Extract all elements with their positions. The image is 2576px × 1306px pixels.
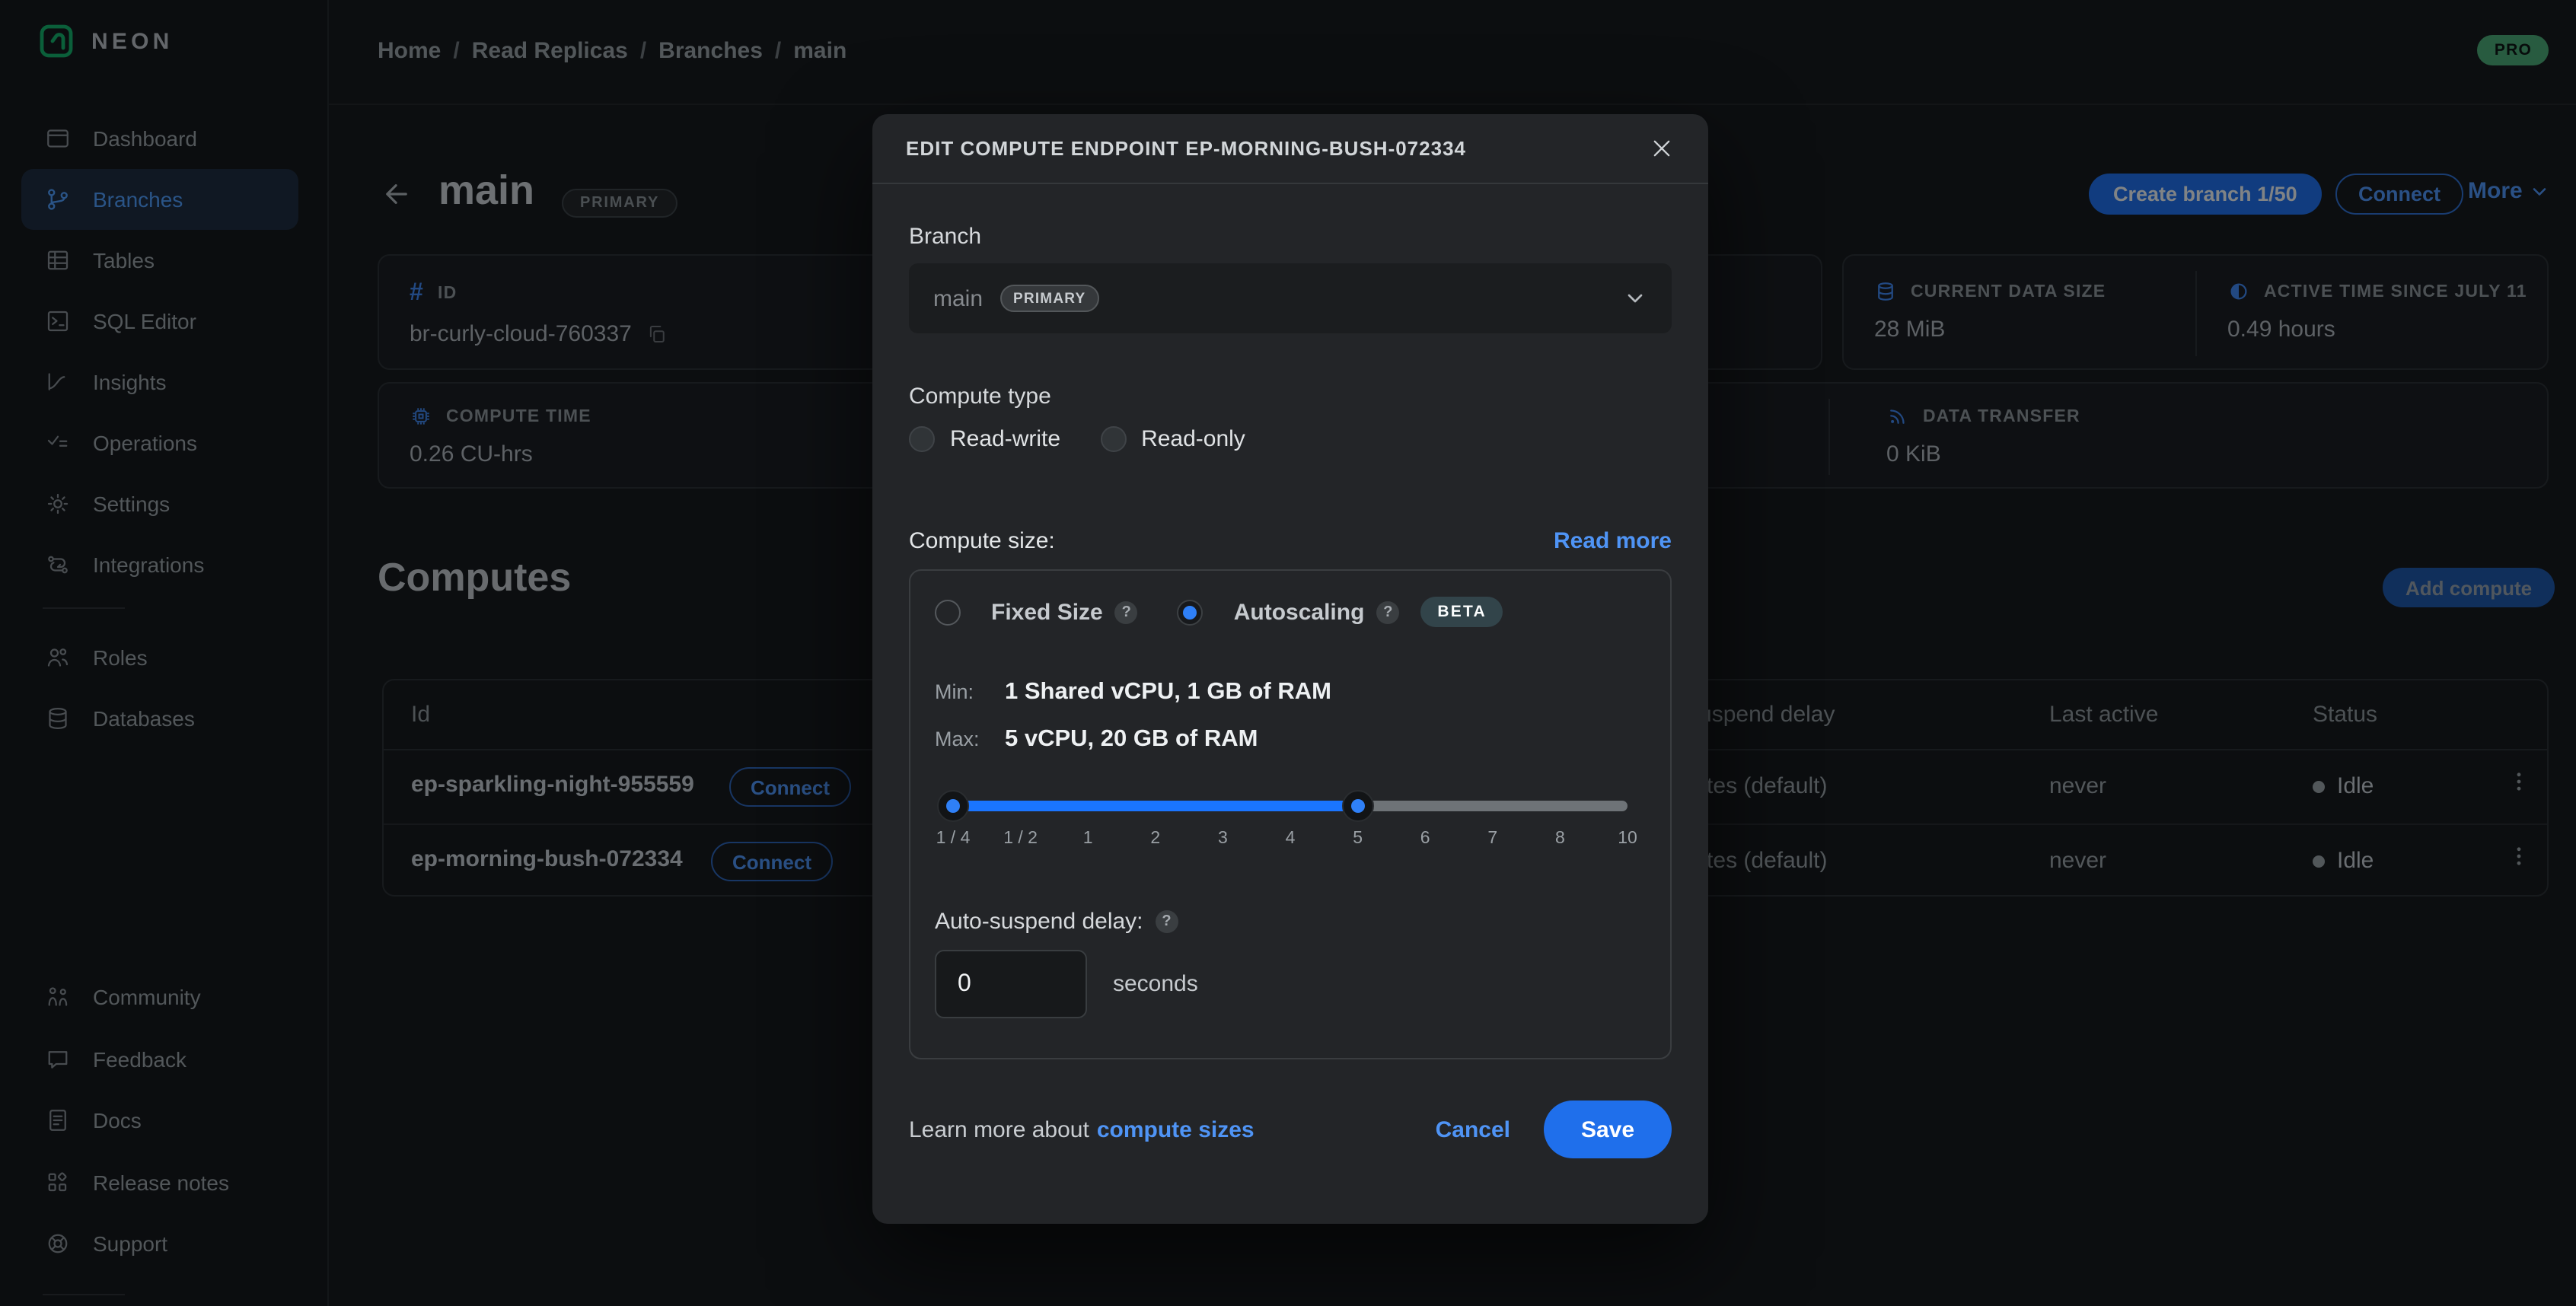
radio-label: Autoscaling <box>1234 599 1365 625</box>
max-row: Max: 5 vCPU, 20 GB of RAM <box>935 726 1646 753</box>
tick-label: 6 <box>1420 830 1430 848</box>
read-more-link[interactable]: Read more <box>1554 528 1672 554</box>
compute-size-row: Compute size: Read more <box>909 528 1672 554</box>
tick-label: 7 <box>1487 830 1497 848</box>
max-label: Max: <box>935 728 1005 750</box>
min-value: 1 Shared vCPU, 1 GB of RAM <box>1005 679 1331 706</box>
slider-max-handle[interactable] <box>1342 790 1374 822</box>
auto-suspend-label: Auto-suspend delay: <box>935 909 1143 935</box>
help-icon[interactable]: ? <box>1115 600 1138 623</box>
primary-badge: PRIMARY <box>999 285 1099 312</box>
auto-suspend-unit: seconds <box>1113 971 1198 997</box>
size-mode-options: Fixed Size ? Autoscaling ? BETA <box>935 597 1646 627</box>
auto-suspend-input[interactable] <box>935 950 1087 1018</box>
radio-icon <box>935 599 961 625</box>
radio-label: Read-only <box>1141 426 1245 452</box>
tick-label: 1 / 2 <box>1003 830 1038 848</box>
radio-read-write[interactable]: Read-write <box>909 426 1060 452</box>
learn-more-text: Learn more about compute sizes <box>909 1116 1255 1142</box>
slider-fill <box>953 801 1358 811</box>
close-icon[interactable] <box>1649 135 1675 161</box>
compute-size-box: Fixed Size ? Autoscaling ? BETA Min: 1 S… <box>909 569 1672 1059</box>
save-button[interactable]: Save <box>1544 1101 1672 1158</box>
radio-icon <box>909 426 935 452</box>
tick-label: 1 <box>1083 830 1093 848</box>
radio-fixed-size[interactable]: Fixed Size <box>935 599 1103 625</box>
radio-label: Read-write <box>950 426 1060 452</box>
cancel-button[interactable]: Cancel <box>1436 1116 1510 1142</box>
modal-body: Branch main PRIMARY Compute type Read-wr… <box>872 224 1708 1158</box>
radio-read-only[interactable]: Read-only <box>1100 426 1245 452</box>
max-value: 5 vCPU, 20 GB of RAM <box>1005 726 1258 753</box>
tick-label: 8 <box>1555 830 1565 848</box>
app-window: NEON Dashboard Branches Tables SQL Edito… <box>0 0 2576 1306</box>
compute-type-options: Read-write Read-only <box>909 426 1672 452</box>
branch-select-value: main <box>933 285 983 311</box>
modal-footer: Learn more about compute sizes Cancel Sav… <box>909 1101 1672 1158</box>
branch-select[interactable]: main PRIMARY <box>909 263 1672 333</box>
edit-compute-endpoint-modal: EDIT COMPUTE ENDPOINT EP-MORNING-BUSH-07… <box>872 114 1708 1224</box>
modal-header: EDIT COMPUTE ENDPOINT EP-MORNING-BUSH-07… <box>872 114 1708 184</box>
chevron-down-icon <box>1623 286 1647 311</box>
radio-autoscaling[interactable]: Autoscaling <box>1178 599 1365 625</box>
auto-suspend-input-row: seconds <box>935 950 1646 1018</box>
tick-label: 2 <box>1150 830 1160 848</box>
tick-label: 1 / 4 <box>936 830 971 848</box>
beta-badge: BETA <box>1420 597 1503 627</box>
compute-size-slider <box>935 790 1646 823</box>
compute-type-label: Compute type <box>909 384 1672 409</box>
tick-label: 10 <box>1618 830 1637 848</box>
radio-selected-icon <box>1178 599 1204 625</box>
compute-sizes-link[interactable]: compute sizes <box>1097 1116 1255 1142</box>
tick-label: 3 <box>1218 830 1228 848</box>
modal-title: EDIT COMPUTE ENDPOINT EP-MORNING-BUSH-07… <box>906 137 1466 160</box>
radio-label: Fixed Size <box>991 599 1103 625</box>
branch-field-label: Branch <box>909 224 1672 250</box>
auto-suspend-row: Auto-suspend delay: ? <box>935 909 1646 935</box>
help-icon[interactable]: ? <box>1156 910 1178 933</box>
tick-label: 4 <box>1286 830 1296 848</box>
min-row: Min: 1 Shared vCPU, 1 GB of RAM <box>935 679 1646 706</box>
tick-label: 5 <box>1353 830 1363 848</box>
compute-size-label: Compute size: <box>909 528 1055 554</box>
slider-min-handle[interactable] <box>937 790 969 822</box>
slider-ticks: 1 / 4 1 / 2 1 2 3 4 5 6 7 8 10 <box>935 830 1646 854</box>
radio-icon <box>1100 426 1126 452</box>
learn-more-prefix: Learn more about <box>909 1116 1089 1142</box>
min-label: Min: <box>935 680 1005 703</box>
help-icon[interactable]: ? <box>1376 600 1399 623</box>
